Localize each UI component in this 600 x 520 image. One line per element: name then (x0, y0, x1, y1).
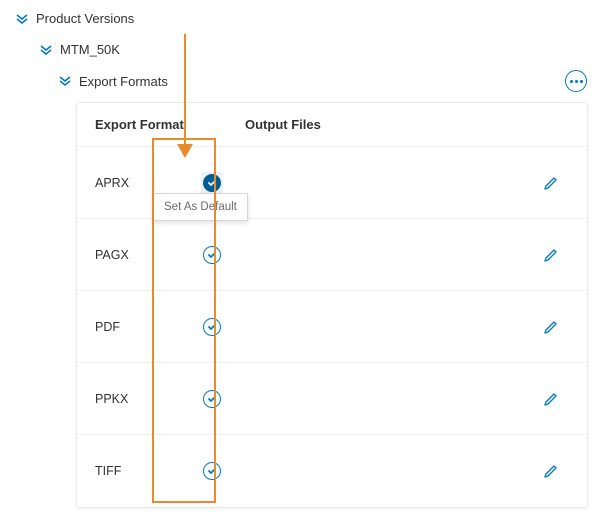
set-default-button[interactable] (201, 172, 223, 194)
set-default-button[interactable] (203, 390, 221, 408)
table-row: TIFF (77, 435, 587, 507)
more-actions-button[interactable] (565, 70, 587, 92)
edit-button[interactable] (533, 247, 569, 263)
tree-item-export-formats-row: Export Formats (57, 70, 587, 92)
tree-item-label: MTM_50K (60, 42, 120, 57)
set-default-button[interactable] (203, 318, 221, 336)
table-row: PPKX (77, 363, 587, 435)
column-header-format: Export Format (95, 117, 245, 132)
format-name: TIFF (95, 464, 179, 478)
column-header-edit (533, 117, 569, 132)
set-default-button[interactable] (203, 246, 221, 264)
table-row: APRX Set As Default (77, 147, 587, 219)
pencil-icon (543, 391, 559, 407)
ellipsis-icon (570, 80, 583, 83)
pencil-icon (543, 319, 559, 335)
tree-item-label: Product Versions (36, 11, 134, 26)
edit-button[interactable] (533, 319, 569, 335)
tree-item-label: Export Formats (79, 74, 168, 89)
edit-button[interactable] (533, 463, 569, 479)
format-name: PPKX (95, 392, 179, 406)
pencil-icon (543, 175, 559, 191)
format-name: PAGX (95, 248, 179, 262)
format-name: APRX (95, 176, 179, 190)
pencil-icon (543, 463, 559, 479)
export-formats-table: Export Format Output Files APRX S (76, 102, 588, 508)
format-name: PDF (95, 320, 179, 334)
expand-icon (57, 74, 73, 88)
table-row: PAGX (77, 219, 587, 291)
tree-item-mtm-50k[interactable]: MTM_50K (38, 39, 586, 60)
table-header: Export Format Output Files (77, 103, 587, 147)
table-row: PDF (77, 291, 587, 363)
set-default-button[interactable] (203, 462, 221, 480)
expand-icon (14, 12, 30, 26)
pencil-icon (543, 247, 559, 263)
edit-button[interactable] (533, 175, 569, 191)
expand-icon (38, 43, 54, 57)
column-header-output: Output Files (245, 117, 533, 132)
tree-item-export-formats[interactable]: Export Formats (57, 74, 168, 89)
tree-item-product-versions[interactable]: Product Versions (14, 8, 586, 29)
set-default-tooltip: Set As Default (153, 193, 248, 221)
edit-button[interactable] (533, 391, 569, 407)
